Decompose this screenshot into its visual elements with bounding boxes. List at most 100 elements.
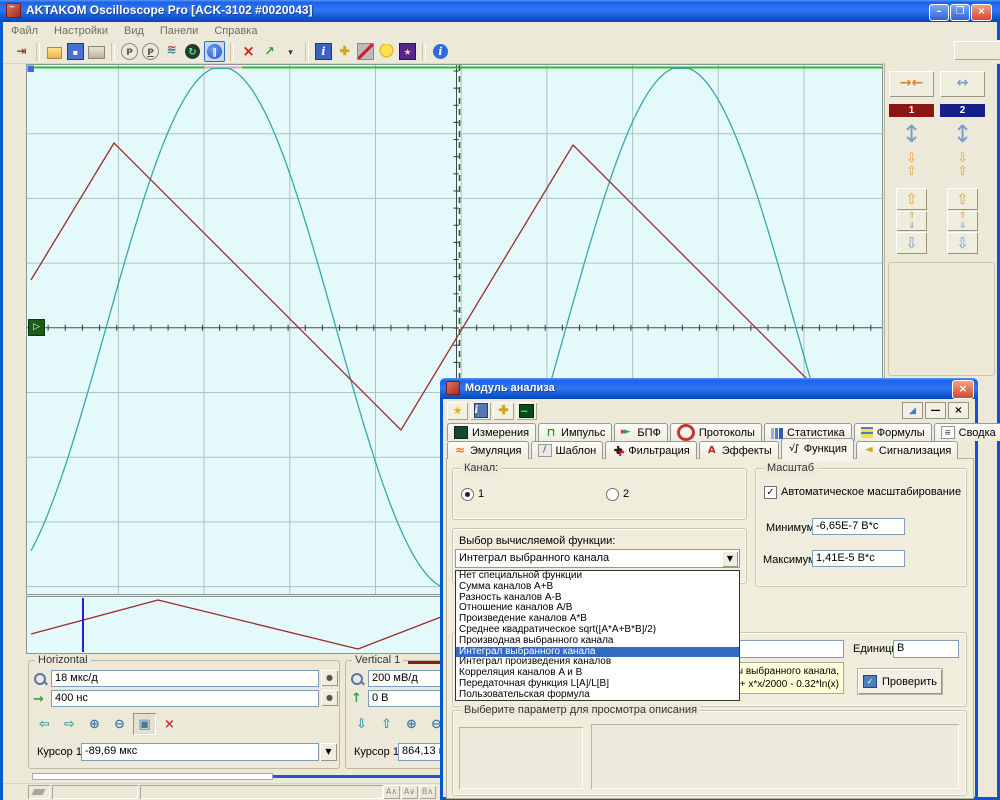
info-book-icon[interactable] <box>470 402 491 420</box>
tab-Формулы[interactable]: Формулы <box>854 423 932 441</box>
combobox-dropdown-icon[interactable]: ▼ <box>722 551 738 567</box>
dialog-maximize-button[interactable]: × <box>948 402 969 419</box>
print-icon[interactable] <box>87 42 106 61</box>
tab-Эффекты[interactable]: Эффекты <box>699 441 779 459</box>
function-list-item[interactable]: Пользовательская формула <box>456 690 739 701</box>
tab-Шаблон[interactable]: Шаблон <box>531 441 604 459</box>
function-list-item[interactable]: Интеграл выбранного канала <box>456 647 739 658</box>
function-list-item[interactable]: Сумма каналов A+B <box>456 582 739 593</box>
h-cursor-dropdown-button[interactable]: ▼ <box>320 743 337 761</box>
function-list-item[interactable]: Интеграл произведения каналов <box>456 657 739 668</box>
channel-2-radio[interactable] <box>606 488 619 501</box>
menu-item-Файл[interactable]: Файл <box>3 24 46 38</box>
function-list-item[interactable]: Корреляция каналов A и B <box>456 668 739 679</box>
channel-2-expand-vertical-button[interactable]: ↕ <box>940 120 985 148</box>
menu-item-Панели[interactable]: Панели <box>152 24 206 38</box>
channel-2-shift-up-button[interactable]: ⇧ <box>947 188 978 210</box>
zoom-out-button[interactable]: ⊖ <box>108 713 131 735</box>
dialog-close-button[interactable]: × <box>952 380 974 399</box>
channel-1-shift-up-button[interactable]: ⇧ <box>896 188 927 210</box>
wand-icon[interactable] <box>398 42 417 61</box>
reca-icon[interactable] <box>120 42 139 61</box>
channel-2-header[interactable]: 2 <box>940 104 985 117</box>
scroll-right-button[interactable]: ⇨ <box>58 713 81 735</box>
signpost-icon[interactable] <box>493 402 514 420</box>
check-formula-button[interactable]: Проверить <box>858 669 942 694</box>
menu-item-Настройки[interactable]: Настройки <box>46 24 116 38</box>
channel-1-shift-down-button[interactable]: ⇩ <box>896 232 927 254</box>
channel-2-fine-shift-button[interactable]: ⇑⇓ <box>947 211 978 231</box>
channel-1-fine-shift-button[interactable]: ⇑⇓ <box>896 211 927 231</box>
minimum-field[interactable]: -6,65E-7 В*с <box>812 518 905 535</box>
maximum-field[interactable]: 1,41E-5 В*с <box>812 550 905 567</box>
maximize-button[interactable]: ❐ <box>950 4 970 21</box>
scroll-left-button[interactable]: ⇦ <box>33 713 56 735</box>
status-mini-button-A∨[interactable]: A∨ <box>401 785 418 799</box>
tab-Фильтрация[interactable]: Фильтрация <box>605 441 696 459</box>
delay-field[interactable]: 400 нс <box>51 690 319 707</box>
function-list-item[interactable]: Среднее квадратическое sqrt([A*A+B*B]/2) <box>456 625 739 636</box>
dialog-title-bar[interactable]: Модуль анализа × <box>440 378 978 399</box>
close-button[interactable]: × <box>971 4 992 21</box>
waves-icon[interactable] <box>162 42 181 61</box>
timebase-knob-button[interactable]: ● <box>321 670 338 686</box>
status-mini-button-A∧[interactable]: A∧ <box>383 785 400 799</box>
tab-Функция[interactable]: Функция <box>781 438 854 459</box>
reset-zoom-button[interactable]: × <box>158 713 181 735</box>
compress-horizontal-button[interactable]: →← <box>889 71 934 97</box>
function-dropdown-list[interactable]: Нет специальной функцииСумма каналов A+B… <box>455 570 740 701</box>
tab-БПФ[interactable]: БПФ <box>614 423 668 441</box>
channel-2-compress-vertical-button[interactable]: ⇩⇧ <box>940 152 985 178</box>
open-icon[interactable] <box>45 42 64 61</box>
tab-Эмуляция[interactable]: Эмуляция <box>447 441 529 459</box>
menu-item-Вид[interactable]: Вид <box>116 24 152 38</box>
units-field[interactable]: В <box>893 640 959 658</box>
status-mini-button-B∧[interactable]: B∧ <box>419 785 436 799</box>
tab-Сводка[interactable]: Сводка <box>934 423 1000 441</box>
parameter-list-box[interactable] <box>459 727 583 789</box>
function-combobox[interactable]: Интеграл выбранного канала ▼ <box>455 549 740 568</box>
channel-b-zero-marker[interactable]: ▷ <box>28 319 45 336</box>
globe-icon[interactable] <box>183 42 202 61</box>
tsq-icon[interactable] <box>335 42 354 61</box>
function-list-item[interactable]: Отношение каналов A/B <box>456 603 739 614</box>
channel-1-radio[interactable] <box>461 488 474 501</box>
function-list-item[interactable]: Нет специальной функции <box>456 571 739 582</box>
exparrow-icon[interactable] <box>260 42 279 61</box>
tools-icon[interactable] <box>356 42 375 61</box>
pause-icon[interactable] <box>204 41 225 62</box>
scroll-down-button[interactable]: ⇩ <box>350 713 373 735</box>
function-list-item[interactable]: Разность каналов A-B <box>456 593 739 604</box>
save-icon[interactable] <box>66 42 85 61</box>
caret-icon[interactable] <box>281 42 300 61</box>
tab-Протоколы[interactable]: Протоколы <box>670 423 762 441</box>
infopanel-icon[interactable] <box>314 42 333 61</box>
menu-item-Справка[interactable]: Справка <box>206 24 265 38</box>
channel-1-header[interactable]: 1 <box>889 104 934 117</box>
scope-screen-icon[interactable] <box>516 402 537 420</box>
recb-icon[interactable] <box>141 42 160 61</box>
favorites-star-icon[interactable] <box>447 402 468 420</box>
timebase-field[interactable]: 18 мкс/д <box>51 670 319 687</box>
zoom-window-button[interactable]: ▣ <box>133 713 156 735</box>
zoom-in-button[interactable]: ⊕ <box>83 713 106 735</box>
exit-icon[interactable] <box>12 42 31 61</box>
expand-horizontal-button[interactable]: ↔ <box>940 71 985 97</box>
about-icon[interactable] <box>431 42 450 61</box>
delx-icon[interactable] <box>239 42 258 61</box>
tab-Импульс[interactable]: Импульс <box>538 423 612 441</box>
delay-knob-button[interactable]: ● <box>321 690 338 706</box>
auto-scale-checkbox[interactable]: ✓ <box>764 486 777 499</box>
minimize-button[interactable]: – <box>929 4 949 21</box>
function-list-item[interactable]: Произведение каналов A*B <box>456 614 739 625</box>
tab-Измерения[interactable]: Измерения <box>447 423 536 441</box>
function-list-item[interactable]: Передаточная функция L[A]/L[B] <box>456 679 739 690</box>
h-cursor-field[interactable]: -89,69 мкс <box>81 743 319 761</box>
v-zoom-in-button[interactable]: ⊕ <box>400 713 423 735</box>
function-list-item[interactable]: Производная выбранного канала <box>456 636 739 647</box>
dialog-preview-button[interactable] <box>902 402 923 419</box>
dialog-minimize-button[interactable]: — <box>925 402 946 419</box>
scroll-home-button[interactable]: ⇧ <box>375 713 398 735</box>
channel-1-expand-vertical-button[interactable]: ↕ <box>889 120 934 148</box>
title-bar[interactable]: AKTAKOM Oscilloscope Pro [ACK-3102 #0020… <box>0 0 1000 22</box>
